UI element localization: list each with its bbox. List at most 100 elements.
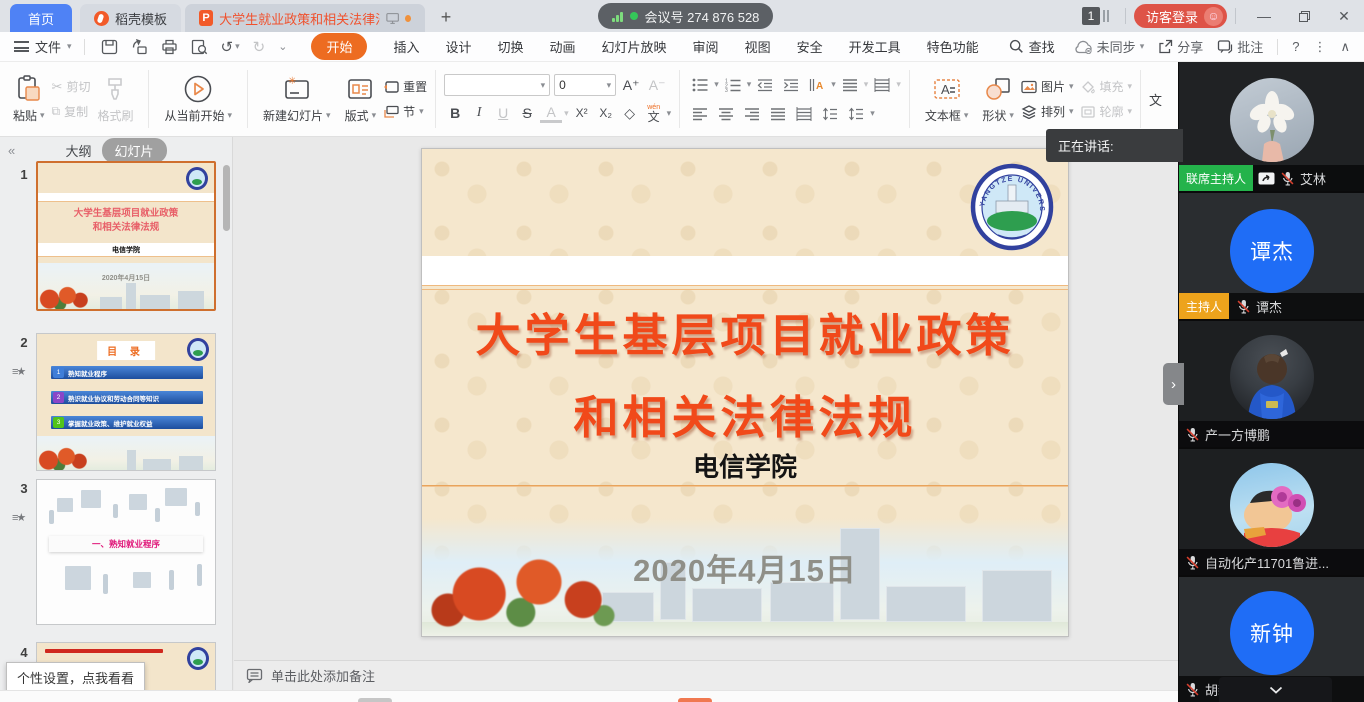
copy-button[interactable]: ⧉复制 [52, 103, 91, 120]
ribbon-tab-transition[interactable]: 切换 [498, 37, 524, 56]
more-commands-button[interactable]: ⌄ [278, 40, 287, 53]
ribbon-tab-devtools[interactable]: 开发工具 [849, 37, 901, 56]
bullet-list-button[interactable] [688, 75, 712, 95]
tab-docer-templates[interactable]: 稻壳模板 [80, 4, 181, 32]
ribbon-tab-animation[interactable]: 动画 [550, 37, 576, 56]
paste-button[interactable]: 粘贴▾ [6, 72, 52, 126]
slide-date[interactable]: 2020年4月15日 [422, 545, 1068, 590]
tab-home[interactable]: 首页 [10, 4, 72, 32]
ribbon-tab-security[interactable]: 安全 [797, 37, 823, 56]
format-painter-button[interactable]: 格式刷 [90, 72, 140, 126]
slide-canvas[interactable]: YANGTZE UNIVERSITY 大学生基层项目就业政策和相关法律法规 电信… [421, 148, 1069, 637]
slide-title[interactable]: 大学生基层项目就业政策和相关法律法规 [422, 295, 1068, 459]
cut-button[interactable]: ✂剪切 [52, 78, 91, 95]
close-button[interactable]: ✕ [1324, 0, 1364, 32]
participant-tile[interactable]: 谭杰 主持人 谭杰 [1179, 191, 1364, 319]
textbox-button[interactable]: A 文本框▾ [918, 72, 976, 126]
picture-button[interactable]: 图片▾ [1021, 78, 1074, 95]
panel-scrollbar[interactable] [223, 165, 230, 231]
decrease-font-button[interactable]: A⁻ [646, 74, 668, 96]
play-from-current-button[interactable]: 从当前开始▾ [157, 72, 239, 126]
clear-format-button[interactable]: ◇ [619, 102, 641, 124]
column-spacing-button[interactable] [818, 104, 842, 124]
window-count-badge[interactable]: 1 [1082, 7, 1100, 25]
redo-button[interactable]: ↻ [253, 38, 266, 56]
ribbon-tab-review[interactable]: 审阅 [693, 37, 719, 56]
print-preview-icon[interactable] [191, 39, 208, 55]
align-center-button[interactable] [714, 104, 738, 124]
export-icon[interactable] [131, 39, 148, 55]
minimize-button[interactable]: — [1244, 0, 1284, 32]
phonetic-guide-button[interactable]: wén文 [643, 102, 665, 124]
distribute-button[interactable] [792, 104, 816, 124]
italic-button[interactable]: I [468, 102, 490, 124]
collapse-ribbon-button[interactable]: ∧ [1340, 39, 1350, 55]
undo-button[interactable]: ↺▾ [221, 38, 240, 56]
section-button[interactable]: 节▾ [383, 103, 427, 120]
align-right-button[interactable] [740, 104, 764, 124]
char-spacing-button[interactable] [870, 75, 894, 95]
more-menu-button[interactable]: ⋮ [1313, 39, 1326, 55]
ribbon-tab-home[interactable]: 开始 [311, 33, 367, 60]
find-button[interactable]: 查找 [1009, 37, 1055, 56]
share-button[interactable]: 分享 [1158, 37, 1203, 56]
shapes-button[interactable]: 形状▾ [975, 72, 1021, 126]
new-tab-button[interactable]: + [433, 4, 459, 30]
numbered-list-button[interactable] [721, 75, 745, 95]
bold-button[interactable]: B [444, 102, 466, 124]
slide-thumbnail-3[interactable]: 一、熟知就业程序 [36, 479, 216, 625]
slide-editor-area[interactable]: YANGTZE UNIVERSITY 大学生基层项目就业政策和相关法律法规 电信… [233, 137, 1178, 660]
outline-button[interactable]: 轮廓▾ [1080, 103, 1133, 120]
ribbon-tab-slideshow[interactable]: 幻灯片放映 [602, 37, 667, 56]
line-spacing-button[interactable] [844, 104, 868, 124]
participant-tile[interactable]: 产一方博鹏 [1179, 319, 1364, 447]
print-icon[interactable] [161, 39, 178, 55]
font-size-select[interactable]: 0▾ [554, 74, 616, 96]
font-family-select[interactable]: ▾ [444, 74, 550, 96]
text-tools-group-partial: 文 [1143, 62, 1168, 136]
settings-tooltip[interactable]: 个性设置，点我看看 [6, 662, 145, 690]
save-icon[interactable] [101, 39, 118, 55]
font-color-button[interactable]: A [540, 104, 562, 123]
decrease-indent-button[interactable] [753, 75, 777, 95]
increase-font-button[interactable]: A⁺ [620, 74, 642, 96]
collapse-panel-button[interactable]: « [8, 143, 15, 158]
restore-button[interactable] [1284, 0, 1324, 32]
new-slide-button[interactable]: ✳ 新建幻灯片▾ [256, 72, 338, 126]
subscript-button[interactable]: X₂ [595, 102, 617, 124]
ribbon-tab-special[interactable]: 特色功能 [927, 37, 979, 56]
tab-document[interactable]: P 大学生就业政策和相关法律法规 [185, 4, 425, 32]
guest-login-button[interactable]: 访客登录 ☺ [1134, 4, 1227, 28]
meeting-id-badge[interactable]: 会议号 274 876 528 [598, 3, 773, 29]
ribbon-tab-design[interactable]: 设计 [445, 37, 471, 56]
slide-thumbnail-2[interactable]: 目 录 1 熟知就业程序 2 熟识就业协议和劳动合同等知识 3 掌握就业政策、维… [36, 333, 216, 471]
participant-tile[interactable]: 联席主持人 艾林 [1179, 62, 1364, 191]
ribbon-tab-view[interactable]: 视图 [745, 37, 771, 56]
slide-subtitle[interactable]: 电信学院 [422, 447, 1068, 484]
increase-indent-button[interactable] [779, 75, 803, 95]
layout-button[interactable]: 版式▾ [338, 72, 384, 126]
participant-tile[interactable]: 自动化产11701鲁进... [1179, 447, 1364, 575]
text-placeholder-button[interactable] [838, 75, 862, 95]
reset-button[interactable]: 重置 [383, 78, 427, 95]
tab-slides[interactable]: 幻灯片 [102, 138, 167, 163]
collapse-participants-button[interactable] [1219, 677, 1332, 702]
comment-button[interactable]: 批注 [1217, 37, 1263, 56]
notes-bar[interactable]: 单击此处添加备注 [234, 660, 1178, 690]
sync-status-button[interactable]: 未同步 ▾ [1074, 37, 1145, 56]
expand-panel-handle[interactable]: › [1163, 363, 1184, 405]
slide-thumbnail-1[interactable]: 大学生基层项目就业政策和相关法律法规 电信学院 2020年4月15日 [36, 161, 216, 311]
help-button[interactable]: ? [1292, 39, 1299, 54]
participant-tile[interactable]: 新钟 胡新钟 [1179, 575, 1364, 702]
align-left-button[interactable] [688, 104, 712, 124]
ribbon-tab-insert[interactable]: 插入 [393, 37, 419, 56]
strikethrough-button[interactable]: S [516, 102, 538, 124]
file-menu[interactable]: 文件 ▾ [14, 37, 72, 56]
text-direction-button[interactable] [805, 75, 829, 95]
justify-button[interactable] [766, 104, 790, 124]
tab-outline[interactable]: 大纲 [65, 141, 91, 160]
superscript-button[interactable]: X² [571, 102, 593, 124]
fill-button[interactable]: 填充▾ [1080, 78, 1133, 95]
underline-button[interactable]: U [492, 102, 514, 124]
arrange-button[interactable]: 排列▾ [1021, 103, 1074, 120]
